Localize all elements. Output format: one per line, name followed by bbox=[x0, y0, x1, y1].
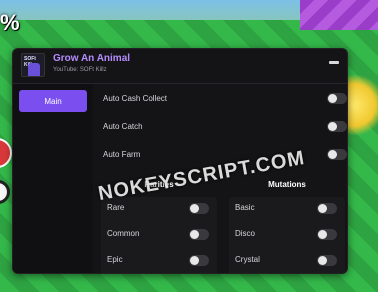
mutations-panel: Basic Disco Crystal bbox=[229, 197, 345, 273]
rarity-label: Rare bbox=[107, 203, 125, 212]
toggle-row-auto-cash-collect[interactable]: Auto Cash Collect bbox=[101, 88, 347, 110]
rarity-row-epic[interactable]: Epic bbox=[101, 249, 217, 271]
rarity-row-common[interactable]: Common bbox=[101, 223, 217, 245]
toggle-knob bbox=[318, 204, 327, 213]
toggle-knob bbox=[328, 150, 337, 159]
toggle-knob bbox=[328, 94, 337, 103]
basic-toggle[interactable] bbox=[317, 203, 337, 214]
toggle-knob bbox=[328, 122, 337, 131]
mutation-label: Disco bbox=[235, 229, 256, 238]
tab-main[interactable]: Main bbox=[19, 90, 87, 112]
mutation-row-disco[interactable]: Disco bbox=[229, 223, 345, 245]
disco-toggle[interactable] bbox=[317, 229, 337, 240]
rarity-label: Epic bbox=[107, 255, 123, 264]
window-title: Grow An Animal bbox=[53, 53, 131, 64]
mutation-label: Basic bbox=[235, 203, 255, 212]
script-hub-window: SOFt Killz Grow An Animal YouTube: SOFt … bbox=[12, 48, 348, 274]
toggle-knob bbox=[318, 256, 327, 265]
rarities-heading: Rarities bbox=[144, 180, 174, 189]
rarity-label: Common bbox=[107, 229, 140, 238]
window-subtitle: YouTube: SOFt Killz bbox=[53, 67, 107, 73]
auto-farm-toggle[interactable] bbox=[327, 149, 347, 160]
rare-toggle[interactable] bbox=[189, 203, 209, 214]
mutation-row-basic[interactable]: Basic bbox=[229, 197, 345, 219]
mutation-row-crystal[interactable]: Crystal bbox=[229, 249, 345, 271]
window-header[interactable]: SOFt Killz Grow An Animal YouTube: SOFt … bbox=[13, 49, 347, 81]
auto-catch-toggle[interactable] bbox=[327, 121, 347, 132]
toggle-knob bbox=[190, 204, 199, 213]
toggle-knob bbox=[190, 256, 199, 265]
auto-cash-collect-toggle[interactable] bbox=[327, 93, 347, 104]
logo-figure-icon bbox=[28, 63, 40, 76]
mutations-heading: Mutations bbox=[268, 180, 306, 189]
crystal-toggle[interactable] bbox=[317, 255, 337, 266]
toggle-knob bbox=[318, 230, 327, 239]
toggle-row-auto-catch[interactable]: Auto Catch bbox=[101, 116, 347, 138]
common-toggle[interactable] bbox=[189, 229, 209, 240]
toggle-row-auto-farm[interactable]: Auto Farm bbox=[101, 144, 347, 166]
toggle-knob bbox=[190, 230, 199, 239]
purple-block bbox=[300, 0, 378, 30]
hud-percent: % bbox=[0, 10, 20, 35]
epic-toggle[interactable] bbox=[189, 255, 209, 266]
rarities-panel: Rare Common Epic bbox=[101, 197, 217, 273]
mutation-label: Crystal bbox=[235, 255, 260, 264]
toggle-label: Auto Farm bbox=[103, 150, 141, 159]
sidebar: Main bbox=[13, 84, 93, 273]
toggle-label: Auto Catch bbox=[103, 122, 143, 131]
toggle-label: Auto Cash Collect bbox=[103, 94, 168, 103]
channel-logo: SOFt Killz bbox=[21, 53, 45, 77]
minimize-icon[interactable] bbox=[329, 61, 339, 64]
rarity-row-rare[interactable]: Rare bbox=[101, 197, 217, 219]
